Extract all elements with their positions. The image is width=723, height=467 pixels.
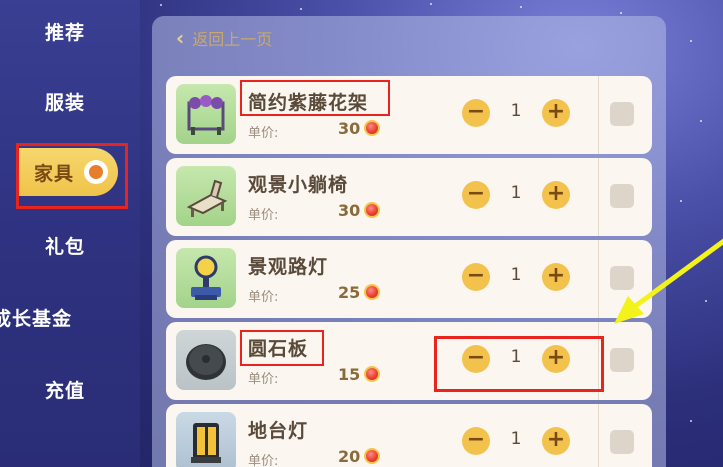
item-name: 景观路灯	[248, 256, 329, 278]
row-divider	[598, 76, 599, 154]
decrease-button[interactable]: −	[462, 427, 490, 455]
sidebar-item-recommend[interactable]: 推荐	[0, 6, 130, 56]
row-divider	[598, 158, 599, 236]
sidebar-item-clothing[interactable]: 服装	[0, 76, 130, 126]
price-value: 25	[338, 283, 361, 302]
price-value: 30	[338, 119, 361, 138]
price-value: 20	[338, 447, 361, 466]
price-label: 单价:	[248, 372, 279, 387]
item-thumbnail-lounge-chair	[176, 166, 236, 226]
annotation-box-stepper	[434, 336, 604, 392]
sidebar-item-growth-fund[interactable]: 成长基金	[0, 292, 122, 342]
sidebar-item-label: 充值	[44, 379, 85, 402]
price-label: 单价:	[248, 208, 279, 223]
quantity-value: 1	[510, 183, 522, 203]
coin-icon	[364, 448, 380, 464]
select-checkbox[interactable]	[610, 348, 634, 372]
decrease-button[interactable]: −	[462, 263, 490, 291]
sidebar-item-label: 推荐	[44, 21, 85, 44]
increase-button[interactable]: +	[542, 427, 570, 455]
price-label: 单价:	[248, 454, 279, 467]
price-value: 15	[338, 365, 361, 384]
back-label: 返回上一页	[192, 30, 273, 49]
price-label: 单价:	[248, 290, 279, 305]
sidebar-item-label: 成长基金	[0, 307, 73, 330]
quantity-value: 1	[510, 265, 522, 285]
row-divider	[598, 404, 599, 467]
list-item: 简约紫藤花架 单价: 30 − 1 +	[166, 76, 652, 154]
chevron-left-icon: ‹	[176, 26, 185, 50]
list-item: 地台灯 单价: 20 − 1 +	[166, 404, 652, 467]
item-thumbnail-round-stone	[176, 330, 236, 390]
sidebar-item-label: 礼包	[44, 235, 85, 258]
decrease-button[interactable]: −	[462, 99, 490, 127]
coin-icon	[364, 120, 380, 136]
coin-icon	[364, 366, 380, 382]
item-name: 观景小躺椅	[248, 174, 349, 196]
sidebar-item-label: 服装	[44, 91, 85, 114]
annotation-box-furniture	[16, 143, 128, 209]
row-divider	[598, 240, 599, 318]
sidebar-item-gift-pack[interactable]: 礼包	[0, 220, 130, 270]
annotation-arrow	[614, 238, 723, 324]
item-name: 地台灯	[248, 420, 309, 442]
category-sidebar: 推荐 服装 家具 礼包 成长基金 充值	[0, 0, 140, 467]
select-checkbox[interactable]	[610, 184, 634, 208]
coin-icon	[364, 284, 380, 300]
back-button[interactable]: ‹ 返回上一页	[176, 24, 272, 52]
quantity-stepper: − 1 +	[462, 263, 570, 293]
quantity-value: 1	[510, 429, 522, 449]
price-label: 单价:	[248, 126, 279, 141]
select-checkbox[interactable]	[610, 102, 634, 126]
price-value: 30	[338, 201, 361, 220]
increase-button[interactable]: +	[542, 263, 570, 291]
increase-button[interactable]: +	[542, 181, 570, 209]
select-checkbox[interactable]	[610, 430, 634, 454]
quantity-stepper: − 1 +	[462, 99, 570, 129]
list-item: 景观路灯 单价: 25 − 1 +	[166, 240, 652, 318]
item-thumbnail-trellis	[176, 84, 236, 144]
quantity-stepper: − 1 +	[462, 181, 570, 211]
quantity-stepper: − 1 +	[462, 427, 570, 457]
annotation-box-item-name	[240, 80, 390, 116]
item-thumbnail-floor-lamp	[176, 412, 236, 467]
coin-icon	[364, 202, 380, 218]
decrease-button[interactable]: −	[462, 181, 490, 209]
sidebar-item-recharge[interactable]: 充值	[0, 364, 130, 414]
item-thumbnail-street-lamp	[176, 248, 236, 308]
increase-button[interactable]: +	[542, 99, 570, 127]
annotation-box-item-name	[240, 330, 324, 366]
quantity-value: 1	[510, 101, 522, 121]
list-item: 观景小躺椅 单价: 30 − 1 +	[166, 158, 652, 236]
